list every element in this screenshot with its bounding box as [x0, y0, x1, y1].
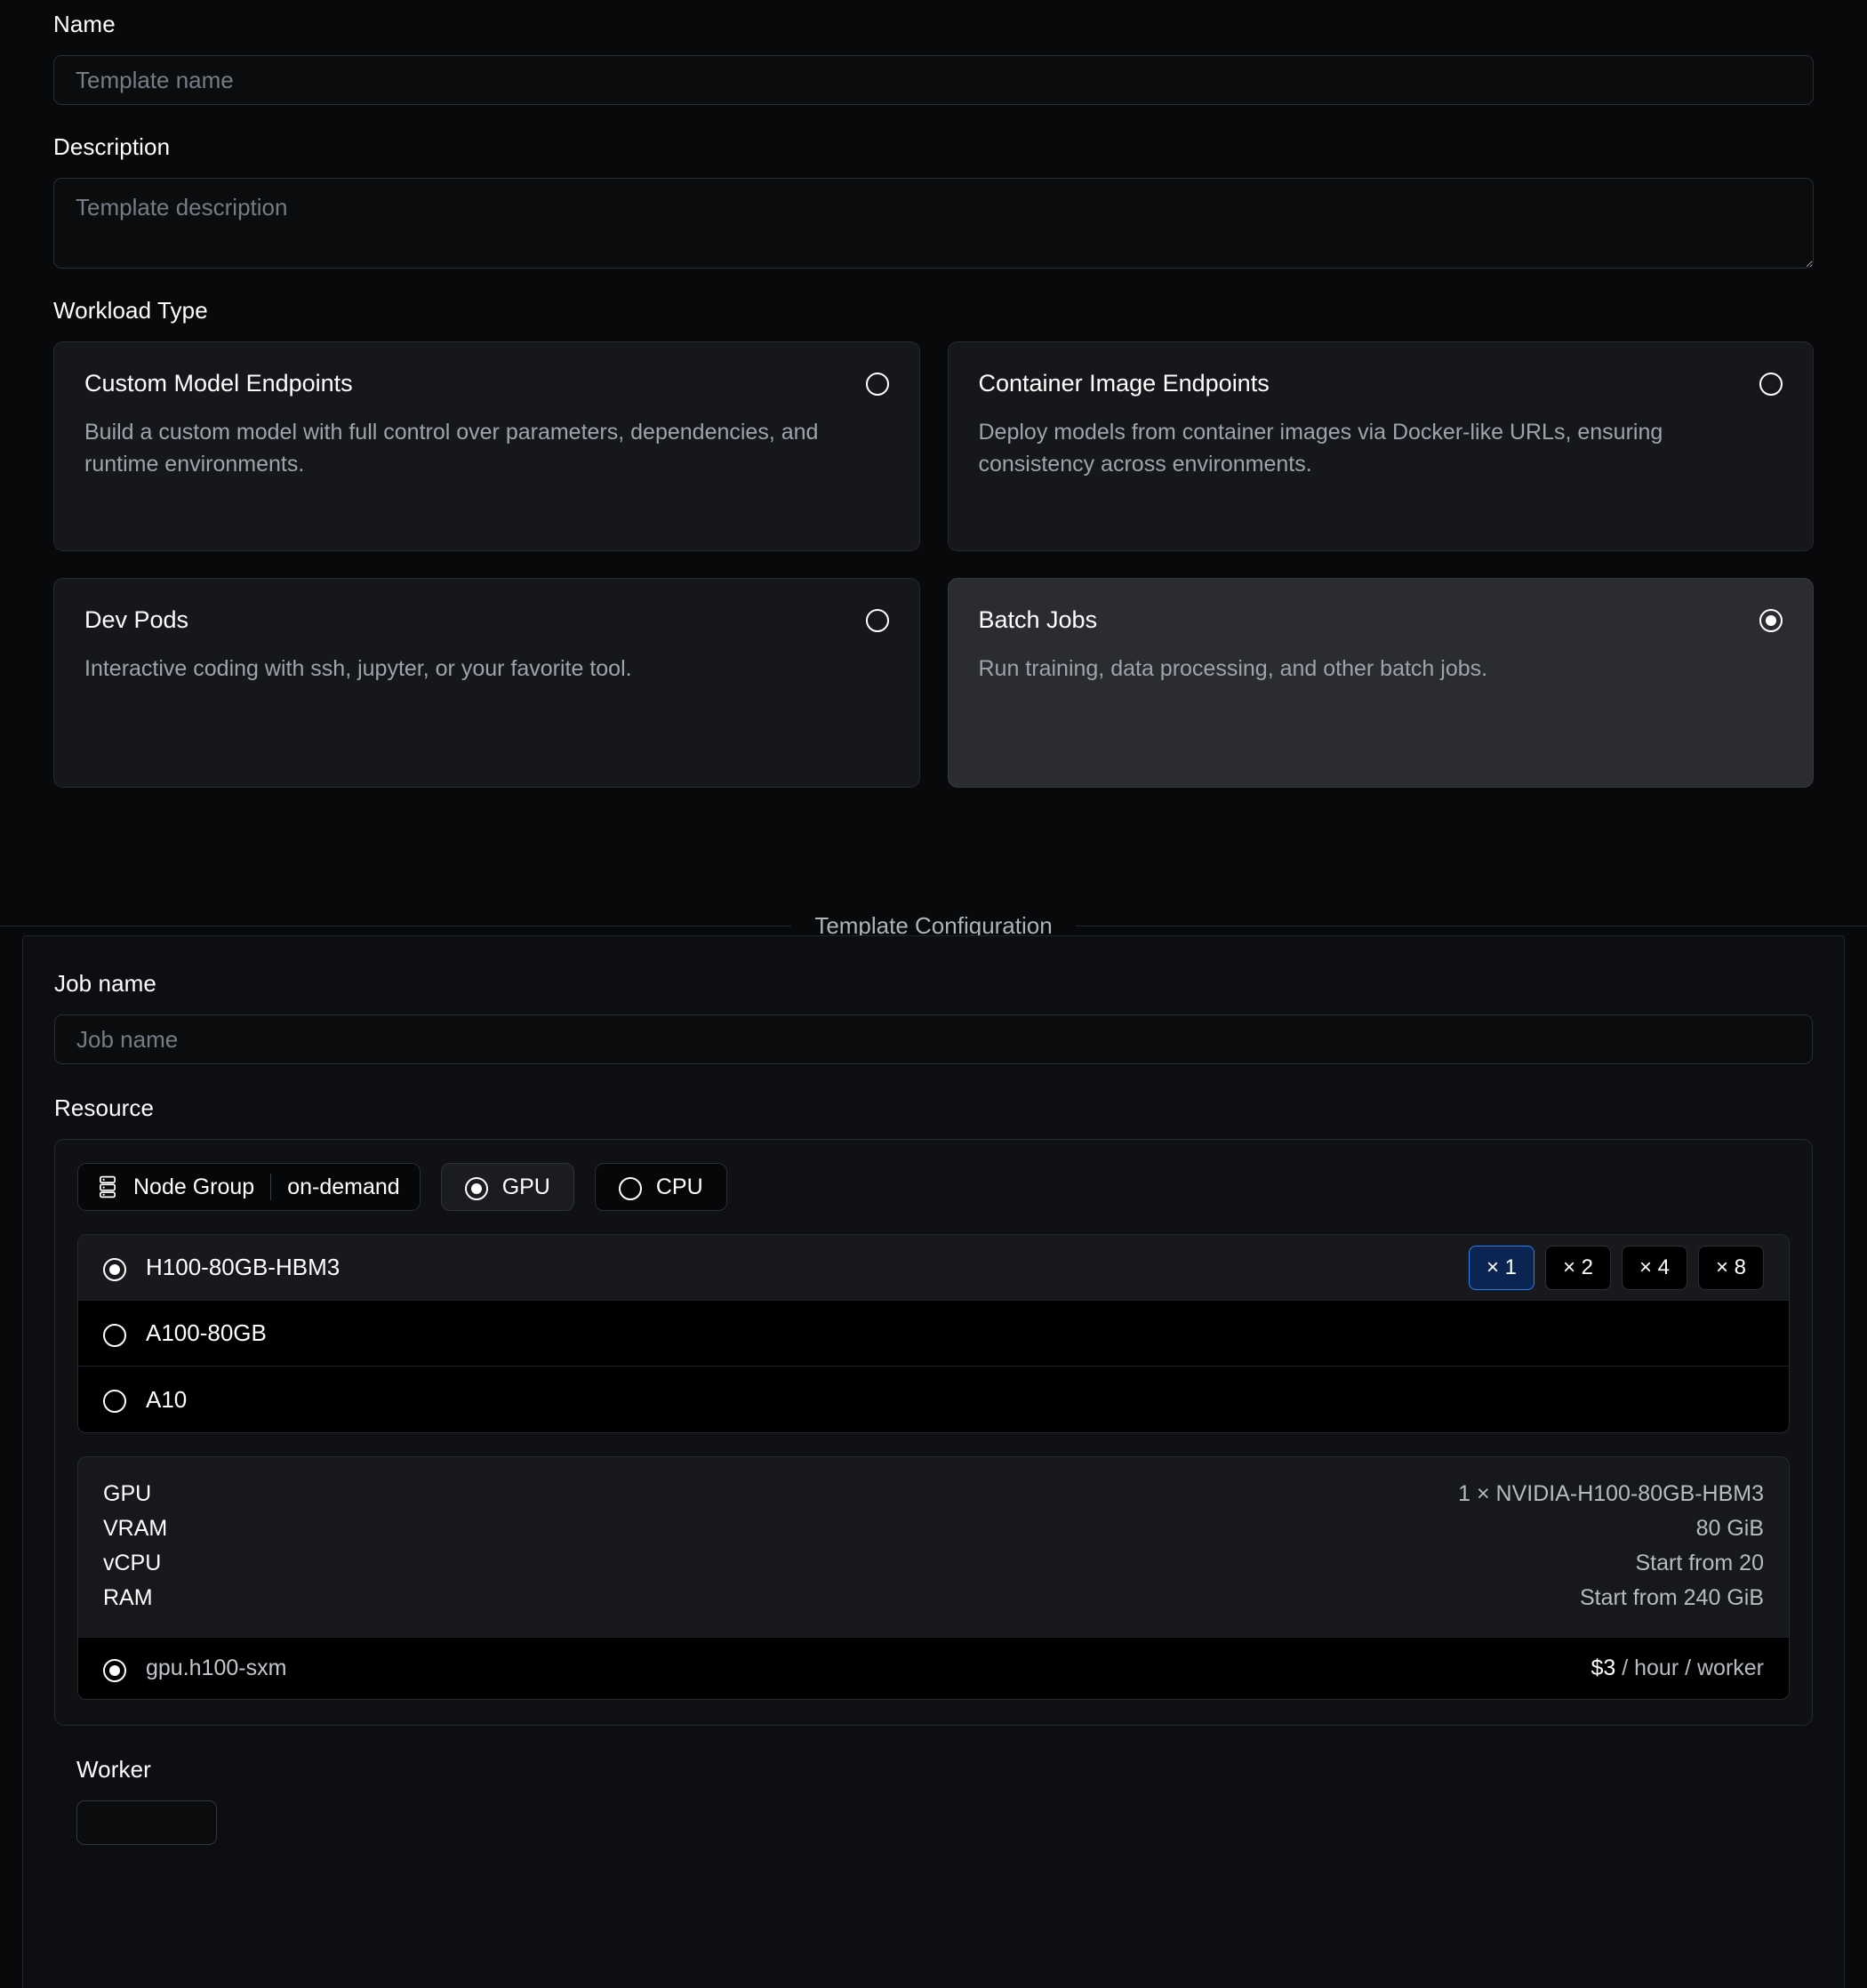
spec-value: Start from 20 [1635, 1551, 1765, 1575]
flavor-left: gpu.h100-sxm [103, 1655, 286, 1682]
spec-row: VRAM 80 GiB [103, 1511, 1764, 1546]
radio-icon [464, 1177, 488, 1200]
worker-label: Worker [76, 1756, 151, 1783]
compute-toggle-cpu-label: CPU [655, 1174, 703, 1199]
gpu-option-name: A100-80GB [146, 1319, 267, 1346]
resource-field-group: Resource Node Group on-demand GPU CPU H1… [54, 1096, 1813, 1726]
description-label: Description [53, 133, 171, 160]
flavor-name: gpu.h100-sxm [146, 1655, 287, 1680]
template-name-input[interactable] [53, 55, 1814, 105]
gpu-option-h100-80gb-hbm3[interactable]: H100-80GB-HBM3 × 1 × 2 × 4 × 8 [78, 1235, 1789, 1301]
workload-card-header: Dev Pods [84, 605, 889, 634]
resource-label: Resource [54, 1094, 155, 1121]
radio-icon[interactable] [103, 1323, 126, 1347]
spec-key: vCPU [103, 1551, 162, 1575]
radio-icon[interactable] [1759, 373, 1783, 396]
template-basics-section: Name Description Workload Type Custom Mo… [0, 0, 1867, 818]
radio-icon[interactable] [865, 609, 889, 632]
flavor-price-unit: / hour / worker [1622, 1655, 1764, 1680]
compute-toggle-gpu-label: GPU [501, 1174, 550, 1199]
workload-card-title: Dev Pods [84, 606, 189, 633]
job-name-label: Job name [54, 970, 156, 997]
gpu-option-left: A10 [103, 1386, 187, 1414]
radio-icon[interactable] [103, 1658, 126, 1682]
workload-card-header: Batch Jobs [979, 605, 1783, 634]
gpu-option-name: H100-80GB-HBM3 [146, 1254, 341, 1280]
flavor-option-gpu-h100-sxm[interactable]: gpu.h100-sxm $3 / hour / worker [78, 1637, 1789, 1699]
radio-icon[interactable] [103, 1257, 126, 1281]
spec-value: 1 × NVIDIA-H100-80GB-HBM3 [1458, 1481, 1764, 1506]
workload-card-description: Deploy models from container images via … [978, 420, 1663, 477]
workload-card-title: Container Image Endpoints [978, 370, 1270, 397]
gpu-option-left: A100-80GB [103, 1319, 267, 1347]
compute-toggle-cpu[interactable]: CPU [594, 1163, 727, 1211]
spec-value: Start from 240 GiB [1579, 1585, 1764, 1610]
spec-row: RAM Start from 240 GiB [103, 1581, 1764, 1615]
workload-card-title: Custom Model Endpoints [84, 370, 353, 397]
server-icon [98, 1175, 117, 1198]
gpu-option-list: H100-80GB-HBM3 × 1 × 2 × 4 × 8 A100-80GB [77, 1234, 1790, 1433]
gpu-option-a100-80gb[interactable]: A100-80GB [78, 1301, 1789, 1367]
template-description-input[interactable] [53, 178, 1814, 269]
resource-toolbar: Node Group on-demand GPU CPU [77, 1163, 1790, 1211]
workload-card-description: Run training, data processing, and other… [978, 656, 1488, 682]
template-configuration-panel: Job name Resource [22, 935, 1845, 1988]
node-group-chip-label: Node Group [133, 1174, 255, 1199]
resource-selector: Node Group on-demand GPU CPU H100-80GB-H… [54, 1139, 1813, 1726]
spec-row-list: GPU 1 × NVIDIA-H100-80GB-HBM3 VRAM 80 Gi… [78, 1457, 1789, 1637]
radio-icon[interactable] [865, 373, 889, 396]
workload-card-title: Batch Jobs [978, 606, 1098, 633]
job-name-field-group: Job name [54, 972, 1813, 1064]
gpu-option-left: H100-80GB-HBM3 [103, 1254, 340, 1281]
workload-type-label: Workload Type [53, 297, 208, 324]
spec-key: RAM [103, 1585, 153, 1610]
gpu-quantity-2[interactable]: × 2 [1545, 1245, 1611, 1290]
name-label: Name [53, 11, 116, 37]
worker-count-input[interactable] [76, 1800, 217, 1845]
radio-icon[interactable] [103, 1390, 126, 1413]
flavor-price: $3 / hour / worker [1591, 1655, 1764, 1681]
gpu-quantity-group: × 1 × 2 × 4 × 8 [1469, 1245, 1764, 1290]
gpu-quantity-8[interactable]: × 8 [1698, 1245, 1764, 1290]
name-field-group: Name [53, 12, 1814, 105]
job-name-input[interactable] [54, 1014, 1813, 1064]
spec-row: vCPU Start from 20 [103, 1546, 1764, 1581]
gpu-option-name: A10 [146, 1385, 188, 1413]
workload-card-container-image-endpoints[interactable]: Container Image Endpoints Deploy models … [947, 341, 1814, 551]
workload-type-group: Workload Type Custom Model Endpoints Bui… [53, 299, 1814, 788]
spec-key: VRAM [103, 1516, 168, 1541]
description-field-group: Description [53, 135, 1814, 269]
spec-value: 80 GiB [1695, 1516, 1764, 1541]
resource-spec-summary: GPU 1 × NVIDIA-H100-80GB-HBM3 VRAM 80 Gi… [77, 1456, 1790, 1700]
workload-card-header: Container Image Endpoints [979, 369, 1783, 397]
workload-card-batch-jobs[interactable]: Batch Jobs Run training, data processing… [947, 578, 1814, 788]
spec-row: GPU 1 × NVIDIA-H100-80GB-HBM3 [103, 1477, 1764, 1511]
gpu-option-a10[interactable]: A10 [78, 1367, 1789, 1432]
radio-icon [618, 1177, 642, 1200]
workload-card-custom-model-endpoints[interactable]: Custom Model Endpoints Build a custom mo… [53, 341, 920, 551]
worker-field-group: Worker [54, 1758, 1813, 1845]
gpu-quantity-4[interactable]: × 4 [1622, 1245, 1687, 1290]
node-group-chip[interactable]: Node Group on-demand [77, 1163, 421, 1211]
spec-key: GPU [103, 1481, 152, 1506]
template-builder-page: Name Description Workload Type Custom Mo… [0, 0, 1867, 1988]
workload-card-header: Custom Model Endpoints [84, 369, 889, 397]
chip-divider [270, 1174, 272, 1200]
radio-icon[interactable] [1759, 609, 1783, 632]
compute-toggle-gpu[interactable]: GPU [440, 1163, 574, 1211]
gpu-quantity-1[interactable]: × 1 [1469, 1245, 1534, 1290]
workload-card-dev-pods[interactable]: Dev Pods Interactive coding with ssh, ju… [53, 578, 920, 788]
workload-card-description: Interactive coding with ssh, jupyter, or… [84, 656, 632, 682]
flavor-price-amount: $3 [1591, 1655, 1616, 1680]
workload-card-description: Build a custom model with full control o… [84, 420, 819, 477]
workload-type-card-grid: Custom Model Endpoints Build a custom mo… [53, 341, 1814, 788]
node-group-chip-value: on-demand [287, 1174, 400, 1199]
